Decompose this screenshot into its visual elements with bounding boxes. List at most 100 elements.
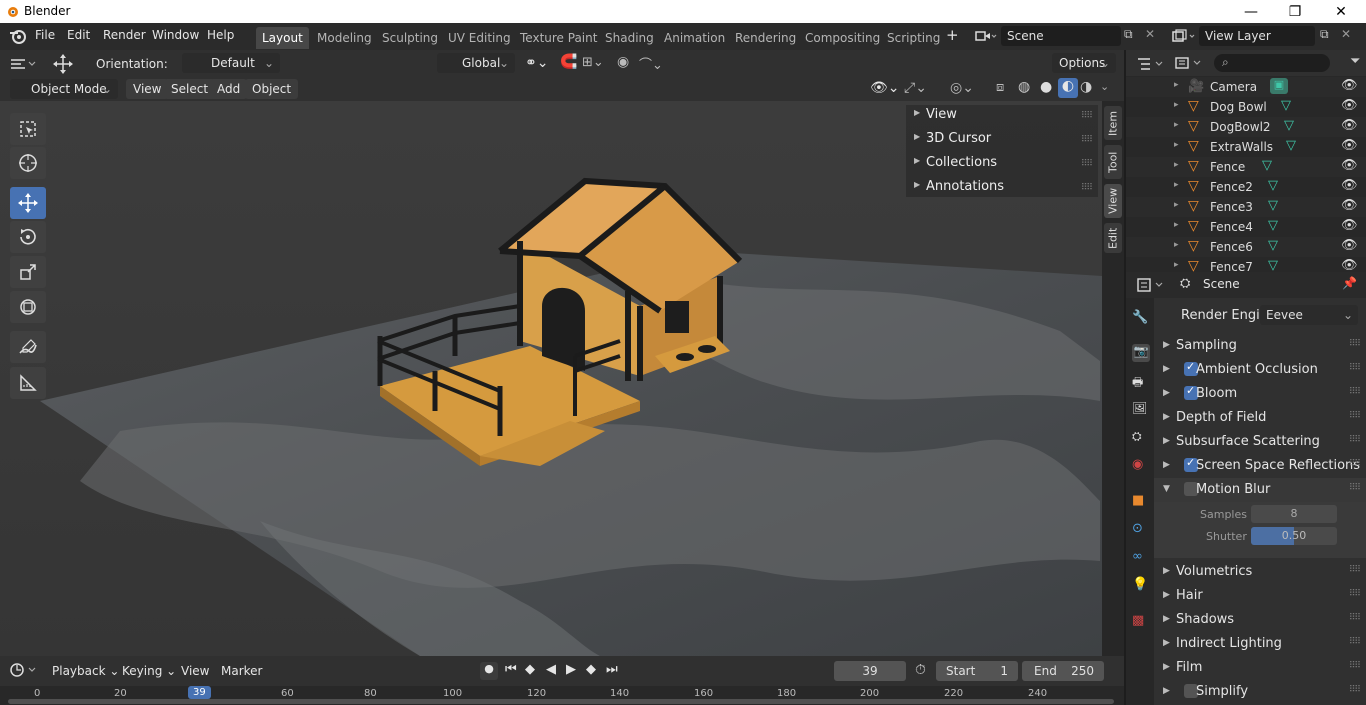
- visibility-eye-icon[interactable]: 👁: [1341, 158, 1358, 173]
- copy-view-layer-icon[interactable]: ⧉: [1320, 27, 1329, 42]
- visibility-icon[interactable]: 👁⌄: [870, 80, 900, 96]
- shutter-slider[interactable]: 0.50: [1251, 527, 1337, 545]
- timeline-scrollbar[interactable]: [8, 699, 1114, 704]
- menu-render[interactable]: Render: [103, 28, 146, 42]
- constraint-tab-icon[interactable]: ∞: [1132, 549, 1150, 567]
- tab-modeling[interactable]: Modeling: [311, 27, 378, 49]
- menu-file[interactable]: File: [35, 28, 55, 42]
- visibility-eye-icon[interactable]: 👁: [1341, 238, 1358, 253]
- minimize-button[interactable]: —: [1228, 0, 1274, 23]
- camera-data-icon[interactable]: ▣: [1270, 78, 1288, 94]
- outliner-row-dog-bowl[interactable]: ▸ ▽ Dog Bowl ▽ 👁: [1126, 97, 1366, 117]
- visibility-eye-icon[interactable]: 👁: [1341, 218, 1358, 233]
- panel-volumetrics[interactable]: ▶ Volumetrics ⠿⠿: [1154, 560, 1366, 584]
- filter-icon[interactable]: ⏷: [1350, 54, 1360, 69]
- mesh-data-icon[interactable]: ▽: [1286, 138, 1296, 153]
- select-menu[interactable]: Select: [164, 79, 216, 99]
- object-tab-icon[interactable]: ■: [1132, 493, 1150, 511]
- outliner-row-fence6[interactable]: ▸ ▽ Fence6 ▽ 👁: [1126, 237, 1366, 257]
- outliner-search-input[interactable]: ⌕: [1214, 54, 1330, 72]
- current-frame-field[interactable]: 39: [834, 661, 906, 681]
- mesh-data-icon[interactable]: ▽: [1262, 158, 1272, 173]
- outliner-row-camera[interactable]: ▸ 🎥 Camera ▣ 👁: [1126, 77, 1366, 97]
- measure-tool[interactable]: [10, 367, 46, 399]
- transform-tool[interactable]: [10, 291, 46, 323]
- rendered-shading-icon[interactable]: ◑: [1080, 79, 1092, 95]
- start-frame-field[interactable]: Start 1: [936, 661, 1018, 681]
- tab-item[interactable]: Item: [1104, 106, 1122, 140]
- object-menu[interactable]: Object: [245, 79, 299, 99]
- panel-bloom[interactable]: ▶Bloom⠿⠿: [1154, 382, 1366, 406]
- outliner-row-fence4[interactable]: ▸ ▽ Fence4 ▽ 👁: [1126, 217, 1366, 237]
- pivot-point-icon[interactable]: ⚭⌄: [525, 55, 548, 71]
- panel-shadows[interactable]: ▶ Shadows ⠿⠿: [1154, 608, 1366, 632]
- outliner-row-extrawalls[interactable]: ▸ ▽ ExtraWalls ▽ 👁: [1126, 137, 1366, 157]
- playhead[interactable]: 39: [188, 686, 211, 699]
- modifier-tab-icon[interactable]: ⊙: [1132, 521, 1150, 539]
- play-icon[interactable]: ▶: [566, 662, 576, 677]
- play-reverse-icon[interactable]: ◀: [546, 662, 556, 677]
- wireframe-shading-icon[interactable]: ◍: [1018, 79, 1030, 95]
- xray-icon[interactable]: ⧈: [996, 80, 1004, 95]
- visibility-eye-icon[interactable]: 👁: [1341, 98, 1358, 113]
- tab-layout[interactable]: Layout: [256, 27, 309, 49]
- jump-start-icon[interactable]: ⏮: [505, 662, 517, 677]
- editor-type-icon[interactable]: [9, 56, 39, 72]
- outliner-row-dogbowl2[interactable]: ▸ ▽ DogBowl2 ▽ 👁: [1126, 117, 1366, 137]
- mesh-data-icon[interactable]: ▽: [1268, 198, 1278, 213]
- delete-scene-icon[interactable]: ✕: [1145, 27, 1155, 41]
- proportional-falloff-icon[interactable]: ⌒⌄: [639, 54, 663, 73]
- jump-end-icon[interactable]: ⏭: [606, 662, 618, 677]
- maximize-button[interactable]: ❐: [1272, 0, 1318, 23]
- panel-simplify[interactable]: ▶ Simplify ⠿⠿: [1154, 680, 1366, 704]
- outliner-row-fence2[interactable]: ▸ ▽ Fence2 ▽ 👁: [1126, 177, 1366, 197]
- transform-orientation-dropdown[interactable]: Global ⌄: [437, 53, 515, 73]
- mesh-data-icon[interactable]: ▽: [1268, 218, 1278, 233]
- tab-shading[interactable]: Shading: [599, 27, 660, 49]
- marker-menu[interactable]: Marker: [221, 664, 262, 678]
- panel-indirect-lighting[interactable]: ▶ Indirect Lighting ⠿⠿: [1154, 632, 1366, 656]
- shading-options-icon[interactable]: ⌄: [1100, 80, 1109, 93]
- tab-rendering[interactable]: Rendering: [729, 27, 802, 49]
- annotate-tool[interactable]: [10, 331, 46, 363]
- scene-icon[interactable]: [974, 28, 998, 44]
- panel-film[interactable]: ▶ Film ⠿⠿: [1154, 656, 1366, 680]
- properties-editor-type-icon[interactable]: [1136, 277, 1166, 293]
- view-layer-tab-icon[interactable]: 🖼: [1132, 401, 1150, 419]
- world-tab-icon[interactable]: ◉: [1132, 457, 1150, 475]
- tab-texture-paint[interactable]: Texture Paint: [514, 27, 603, 49]
- 3d-viewport[interactable]: ▶ View ⠿⠿ ▶ 3D Cursor ⠿⠿ ▶ Collections ⠿⠿ ▶ Ann…: [0, 101, 1102, 656]
- gizmo-icon[interactable]: ⤢⌄: [904, 80, 927, 96]
- visibility-eye-icon[interactable]: 👁: [1341, 118, 1358, 133]
- outliner-row-fence3[interactable]: ▸ ▽ Fence3 ▽ 👁: [1126, 197, 1366, 217]
- panel-depth-of-field[interactable]: ▶ Depth of Field ⠿⠿: [1154, 406, 1366, 430]
- mesh-data-icon[interactable]: ▽: [1268, 178, 1278, 193]
- mesh-data-icon[interactable]: ▽: [1268, 258, 1278, 272]
- tool-settings-tab-icon[interactable]: 🔧: [1132, 310, 1150, 328]
- visibility-eye-icon[interactable]: 👁: [1341, 198, 1358, 213]
- material-tab-icon[interactable]: ▩: [1132, 613, 1150, 631]
- menu-help[interactable]: Help: [207, 28, 234, 42]
- snap-icon[interactable]: 🧲: [560, 54, 577, 70]
- display-mode-icon[interactable]: [1174, 55, 1206, 71]
- panel-subsurface-scattering[interactable]: ▶ Subsurface Scattering ⠿⠿: [1154, 430, 1366, 454]
- visibility-eye-icon[interactable]: 👁: [1341, 258, 1358, 272]
- overlay-icon[interactable]: ◎⌄: [950, 80, 974, 96]
- move-tool[interactable]: [10, 187, 46, 219]
- pin-icon[interactable]: 📌: [1342, 276, 1357, 290]
- outliner-row-fence7[interactable]: ▸ ▽ Fence7 ▽ 👁: [1126, 257, 1366, 272]
- solid-shading-icon[interactable]: ●: [1040, 79, 1052, 95]
- scene-tab-icon[interactable]: ⛭: [1132, 429, 1150, 447]
- prev-keyframe-icon[interactable]: ◆: [525, 662, 535, 677]
- tab-scripting[interactable]: Scripting: [881, 27, 946, 49]
- blender-menu-icon[interactable]: [9, 28, 27, 44]
- tab-sculpting[interactable]: Sculpting: [376, 27, 444, 49]
- add-menu[interactable]: Add: [210, 79, 248, 99]
- proportional-edit-icon[interactable]: ◉: [617, 54, 629, 70]
- visibility-eye-icon[interactable]: 👁: [1341, 138, 1358, 153]
- menu-edit[interactable]: Edit: [67, 28, 90, 42]
- add-workspace-icon[interactable]: +: [946, 26, 959, 44]
- view-menu[interactable]: View: [126, 79, 169, 99]
- samples-field[interactable]: 8: [1251, 505, 1337, 523]
- orientation-dropdown[interactable]: Default ⌄: [182, 53, 280, 73]
